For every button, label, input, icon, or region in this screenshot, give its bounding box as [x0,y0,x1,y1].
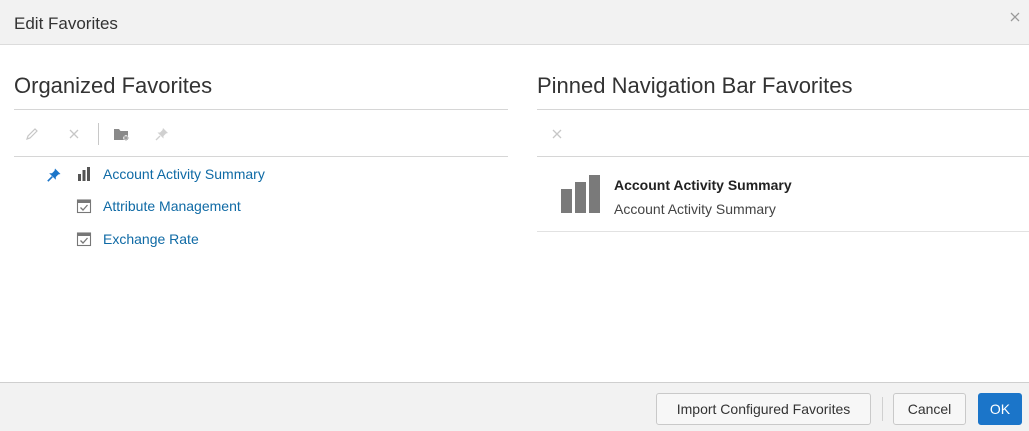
list-item[interactable]: Account Activity Summary [46,162,346,186]
close-icon[interactable] [1007,9,1023,25]
favorite-link[interactable]: Exchange Rate [103,231,199,247]
cancel-button[interactable]: Cancel [893,393,966,425]
toolbar-separator [98,123,99,145]
pinned-title-divider [537,109,1029,110]
dialog-header: Edit Favorites [0,0,1029,45]
favorite-link[interactable]: Account Activity Summary [103,166,265,182]
organized-title-divider [14,109,508,110]
task-checkbox-icon [76,198,92,219]
edit-favorites-dialog: Edit Favorites Organized Favorites Accou… [0,0,1029,431]
pinned-icon[interactable] [46,167,62,188]
import-configured-favorites-button[interactable]: Import Configured Favorites [656,393,871,425]
organized-favorites-title: Organized Favorites [14,73,213,98]
bar-chart-icon [76,166,92,187]
favorite-link[interactable]: Attribute Management [103,198,241,214]
footer-separator [882,397,883,421]
pinned-favorite-title: Account Activity Summary [614,177,792,193]
pinned-favorite-subtitle: Account Activity Summary [614,201,776,217]
ok-button[interactable]: OK [978,393,1022,425]
bar-chart-icon [561,175,601,218]
new-folder-icon[interactable] [112,124,132,144]
edit-icon[interactable] [22,124,42,144]
remove-icon[interactable] [547,124,567,144]
pinned-favorites-title: Pinned Navigation Bar Favorites [537,73,853,98]
pinned-toolbar-divider [537,156,1029,157]
dialog-title: Edit Favorites [14,14,118,33]
list-item[interactable]: Exchange Rate [46,227,346,251]
delete-icon[interactable] [64,124,84,144]
pinned-favorite-item[interactable]: Account Activity Summary Account Activit… [537,158,1029,232]
organized-toolbar-divider [14,156,508,157]
task-checkbox-icon [76,231,92,252]
list-item[interactable]: Attribute Management [46,194,346,218]
dialog-footer: Import Configured Favorites Cancel OK [0,382,1029,431]
pin-icon[interactable] [152,124,172,144]
